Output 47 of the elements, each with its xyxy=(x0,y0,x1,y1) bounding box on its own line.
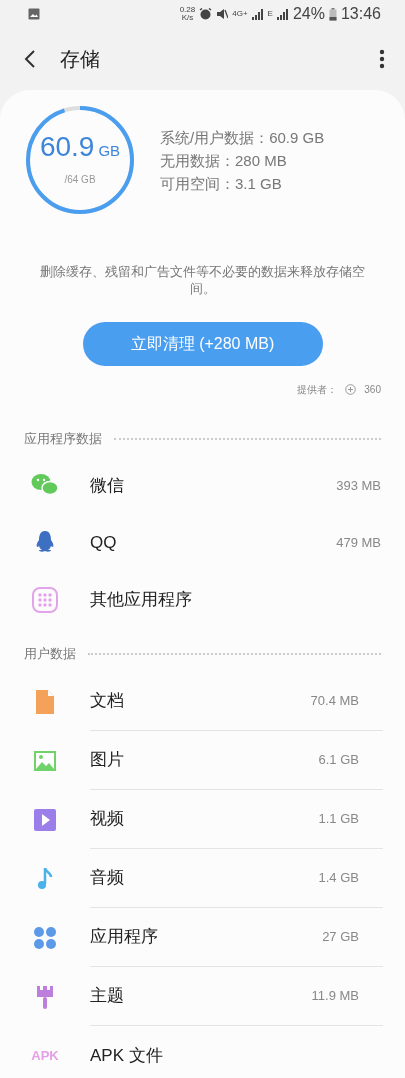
item-size: 479 MB xyxy=(336,533,381,552)
battery-percent: 24% xyxy=(292,4,325,24)
item-label[interactable]: 其他应用程序 xyxy=(90,586,192,613)
item-label[interactable]: 微信 xyxy=(90,472,124,499)
back-icon[interactable] xyxy=(24,49,36,69)
total-capacity: /64 GB xyxy=(64,173,96,188)
signal-icon xyxy=(251,8,264,20)
item-label[interactable]: 文档 xyxy=(90,688,124,714)
item-size: 393 MB xyxy=(336,476,381,495)
plus-circle-icon xyxy=(345,384,357,395)
more-options-icon[interactable] xyxy=(379,49,385,69)
storage-detail: 系统/用户数据：60.9 GB xyxy=(160,127,325,148)
page-title: 存储 xyxy=(60,47,100,72)
item-label[interactable]: QQ xyxy=(90,529,117,556)
item-size: 27 GB xyxy=(322,928,359,947)
item-size: 70.4 MB xyxy=(310,692,359,711)
signal-icon xyxy=(276,8,289,20)
item-label[interactable]: 应用程序 xyxy=(90,924,158,950)
provider-name: 360 xyxy=(364,383,381,397)
item-label[interactable]: APK 文件 xyxy=(90,1042,163,1069)
mute-icon xyxy=(216,8,229,20)
section-header: 应用程序数据 xyxy=(24,430,102,449)
item-size: 1.1 GB xyxy=(318,810,359,829)
speed-reading: 0.28 xyxy=(179,6,196,14)
clock: 13:46 xyxy=(340,4,381,24)
storage-detail: 可用空间：3.1 GB xyxy=(160,173,283,194)
description-text: 删除缓存、残留和广告文件等不必要的数据来释放存储空间。 xyxy=(39,264,366,298)
item-size: 11.9 MB xyxy=(311,987,359,1006)
storage-detail: 无用数据：280 MB xyxy=(160,150,288,171)
battery-icon xyxy=(328,7,337,21)
alarm-icon xyxy=(199,8,213,20)
item-label[interactable]: 视频 xyxy=(90,806,124,832)
used-amount: 60.9 xyxy=(39,132,95,161)
gallery-icon xyxy=(28,8,40,20)
apk-icon: APK xyxy=(31,1045,59,1066)
item-size: 1.4 GB xyxy=(318,869,359,888)
item-label[interactable]: 音频 xyxy=(90,865,124,891)
network-label: E xyxy=(267,10,273,18)
network-label: 4G+ xyxy=(232,10,248,18)
section-header: 用户数据 xyxy=(24,645,76,664)
item-label[interactable]: 主题 xyxy=(90,983,124,1009)
item-size: 6.1 GB xyxy=(318,751,359,770)
dot-grid-icon xyxy=(30,584,60,615)
item-label[interactable]: 图片 xyxy=(90,747,124,773)
speed-unit: K/s xyxy=(180,14,195,22)
used-unit: GB xyxy=(98,140,121,161)
provider-label: 提供者： xyxy=(297,383,338,397)
